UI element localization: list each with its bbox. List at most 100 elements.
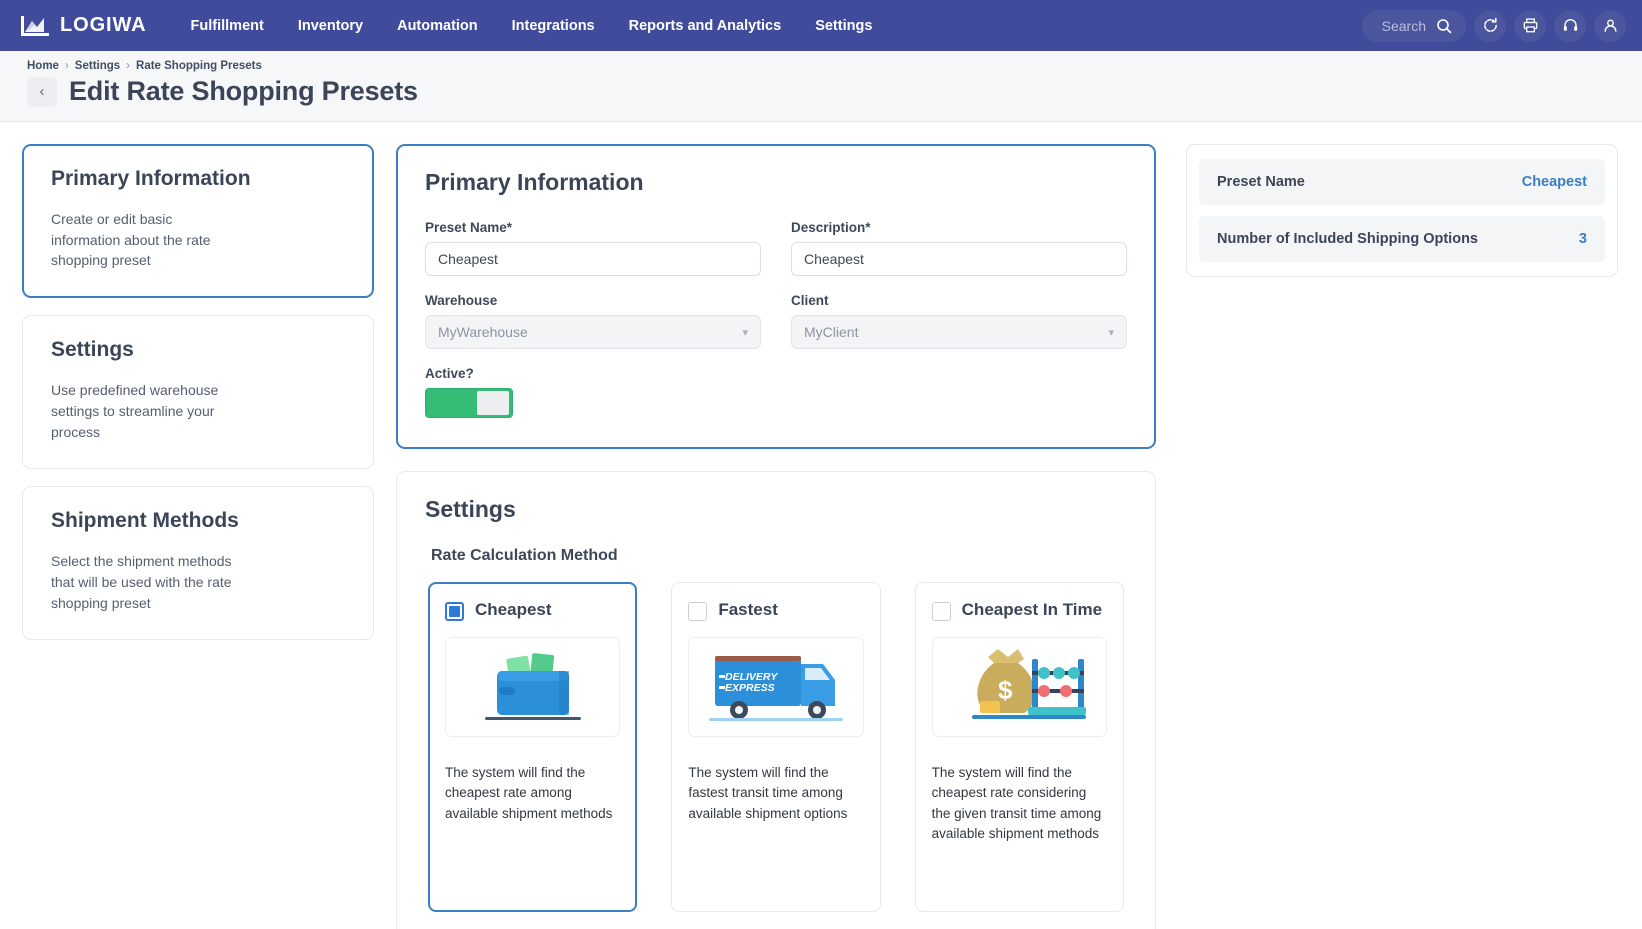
refresh-button[interactable] [1474,10,1506,42]
summary-row-preset-name: Preset Name Cheapest [1199,159,1605,205]
option-thumbnail-cheapest [445,637,620,737]
primary-information-panel: Primary Information Preset Name* Descrip… [396,144,1156,449]
breadcrumb-separator: › [65,60,69,72]
refresh-icon [1482,17,1499,34]
account-button[interactable] [1594,10,1626,42]
workspace: Primary Information Create or edit basic… [0,122,1642,924]
option-label: Cheapest In Time [962,599,1102,620]
nav-item-reports-and-analytics[interactable]: Reports and Analytics [629,18,782,34]
support-button[interactable] [1554,10,1586,42]
option-card-cheapest-in-time[interactable]: Cheapest In Time $ [915,582,1124,912]
breadcrumb-separator: › [126,60,130,72]
client-field-group: Client MyClient ▾ [791,293,1127,349]
step-card-settings[interactable]: Settings Use predefined warehouse settin… [22,315,374,469]
option-checkbox-cheapest-in-time[interactable] [932,602,951,621]
panel-title: Primary Information [425,169,1127,196]
summary-value: Cheapest [1522,174,1587,190]
nav-item-integrations[interactable]: Integrations [512,18,595,34]
preset-name-input[interactable] [425,242,761,276]
option-header: Fastest [688,599,863,621]
option-card-cheapest[interactable]: Cheapest The system will f [428,582,637,912]
page-subheader: Home › Settings › Rate Shopping Presets … [0,51,1642,122]
breadcrumb: Home › Settings › Rate Shopping Presets [27,60,1642,72]
nav-item-inventory[interactable]: Inventory [298,18,363,34]
summary-label: Number of Included Shipping Options [1217,231,1478,247]
option-description: The system will find the cheapest rate c… [932,763,1107,844]
active-toggle[interactable] [425,388,513,418]
search-input[interactable]: Search [1362,10,1466,42]
preset-name-label: Preset Name* [425,220,761,235]
print-button[interactable] [1514,10,1546,42]
step-title: Shipment Methods [51,509,346,533]
option-description: The system will find the fastest transit… [688,763,863,824]
description-input[interactable] [791,242,1127,276]
svg-text:$: $ [998,675,1013,705]
brand-name: LOGIWA [60,14,147,37]
support-headset-icon [1562,17,1579,34]
nav-item-settings[interactable]: Settings [815,18,872,34]
option-header: Cheapest [445,599,620,621]
svg-text:EXPRESS: EXPRESS [725,682,775,694]
rate-calculation-options: Cheapest The system will f [425,582,1127,912]
option-card-fastest[interactable]: Fastest DELIVERY EXPRESS [671,582,880,912]
warehouse-field-group: Warehouse MyWarehouse ▾ [425,293,761,349]
step-card-shipment-methods[interactable]: Shipment Methods Select the shipment met… [22,486,374,640]
preset-name-field-group: Preset Name* [425,220,761,276]
breadcrumb-item-settings[interactable]: Settings [75,60,120,72]
warehouse-selected-value: MyWarehouse [438,324,528,340]
page-title-row: ‹ Edit Rate Shopping Presets [27,76,1642,107]
warehouse-select[interactable]: MyWarehouse ▾ [425,315,761,349]
breadcrumb-item-rate-shopping-presets[interactable]: Rate Shopping Presets [136,60,262,72]
chevron-left-icon: ‹ [40,83,45,100]
summary-row-shipping-options-count: Number of Included Shipping Options 3 [1199,216,1605,262]
client-selected-value: MyClient [804,324,858,340]
page-title: Edit Rate Shopping Presets [69,76,418,107]
rate-calculation-method-label: Rate Calculation Method [431,547,1127,565]
active-field-group: Active? [425,366,1127,418]
summary-value: 3 [1579,231,1587,247]
search-placeholder: Search [1382,18,1426,34]
panel-title: Settings [425,496,1127,523]
primary-nav: Fulfillment Inventory Automation Integra… [191,18,873,34]
client-select[interactable]: MyClient ▾ [791,315,1127,349]
main-form-column: Primary Information Preset Name* Descrip… [396,144,1156,924]
option-thumbnail-cheapest-in-time: $ [932,637,1107,737]
nav-item-fulfillment[interactable]: Fulfillment [191,18,264,34]
back-button[interactable]: ‹ [27,77,57,107]
step-navigation: Primary Information Create or edit basic… [0,144,396,924]
summary-column: Preset Name Cheapest Number of Included … [1156,144,1642,924]
option-description: The system will find the cheapest rate a… [445,763,620,824]
search-icon [1436,18,1452,34]
option-label: Cheapest [475,599,552,620]
header-actions: Search [1362,10,1626,42]
option-thumbnail-fastest: DELIVERY EXPRESS [688,637,863,737]
brand-logo[interactable]: LOGIWA [20,14,147,38]
step-card-primary-information[interactable]: Primary Information Create or edit basic… [22,144,374,298]
step-description: Create or edit basic information about t… [51,209,241,271]
user-account-icon [1602,17,1619,34]
money-bag-and-abacus-icon: $ [944,641,1094,733]
top-navigation-bar: LOGIWA Fulfillment Inventory Automation … [0,0,1642,51]
option-checkbox-fastest[interactable] [688,602,707,621]
breadcrumb-item-home[interactable]: Home [27,60,59,72]
chevron-down-icon: ▾ [742,326,748,339]
toggle-knob [477,391,509,415]
nav-item-automation[interactable]: Automation [397,18,478,34]
step-title: Settings [51,338,346,362]
settings-panel: Settings Rate Calculation Method Cheapes… [396,471,1156,929]
option-checkbox-cheapest[interactable] [445,602,464,621]
chevron-down-icon: ▾ [1108,326,1114,339]
description-label: Description* [791,220,1127,235]
warehouse-label: Warehouse [425,293,761,308]
logiwa-mountain-logo-icon [20,14,50,38]
client-label: Client [791,293,1127,308]
summary-label: Preset Name [1217,174,1305,190]
step-description: Select the shipment methods that will be… [51,551,241,613]
active-label: Active? [425,366,1127,381]
primary-information-form: Preset Name* Description* Warehouse MyWa… [425,220,1127,349]
step-description: Use predefined warehouse settings to str… [51,380,241,442]
option-label: Fastest [718,599,778,620]
blue-wallet-with-cash-icon [463,641,603,733]
preset-summary-panel: Preset Name Cheapest Number of Included … [1186,144,1618,277]
option-header: Cheapest In Time [932,599,1107,621]
